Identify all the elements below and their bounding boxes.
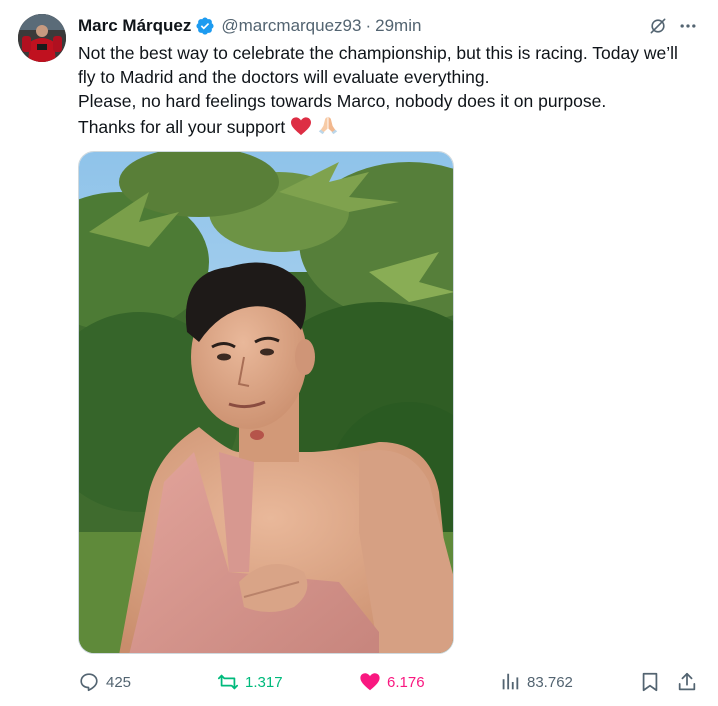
retweet-button[interactable]: 1.317 bbox=[217, 668, 283, 696]
reply-count: 425 bbox=[106, 673, 132, 691]
red-heart-emoji bbox=[290, 116, 312, 136]
views-count: 83.762 bbox=[527, 673, 573, 691]
verified-badge-icon[interactable] bbox=[195, 16, 215, 36]
tweet-text-thanks: Thanks for all your support bbox=[78, 116, 286, 137]
avatar-image bbox=[18, 14, 66, 62]
retweet-count: 1.317 bbox=[245, 673, 283, 691]
selfie-photo-image bbox=[79, 152, 453, 653]
avatar[interactable] bbox=[18, 14, 66, 62]
tweet-text-line: Not the best way to celebrate the champi… bbox=[78, 43, 678, 88]
views-button[interactable]: 83.762 bbox=[499, 668, 573, 696]
tweet-photo[interactable] bbox=[78, 151, 454, 654]
more-icon[interactable] bbox=[676, 14, 700, 38]
separator-dot: · bbox=[365, 16, 372, 35]
reply-button[interactable]: 425 bbox=[78, 668, 131, 696]
tweet-text: Not the best way to celebrate the champi… bbox=[78, 41, 698, 139]
bookmark-button[interactable] bbox=[639, 668, 667, 696]
folded-hands-emoji bbox=[317, 114, 339, 134]
tweet-header: Marc Márquez @marcmarquez93 · 29min bbox=[78, 14, 421, 38]
tweet-text-line: Thanks for all your support bbox=[78, 114, 698, 139]
reply-icon bbox=[80, 673, 98, 692]
like-button[interactable]: 6.176 bbox=[359, 668, 425, 696]
tweet-card[interactable]: Marc Márquez @marcmarquez93 · 29min Not … bbox=[0, 0, 718, 706]
author-handle[interactable]: @marcmarquez93 bbox=[221, 16, 361, 36]
share-button[interactable] bbox=[676, 668, 704, 696]
share-icon bbox=[678, 672, 696, 691]
tweet-actions: 425 1.317 6.176 83.762 bbox=[78, 668, 704, 696]
retweet-icon bbox=[217, 674, 239, 690]
timestamp[interactable]: 29min bbox=[375, 16, 421, 36]
views-icon bbox=[502, 673, 519, 690]
like-icon bbox=[360, 673, 380, 691]
grok-icon[interactable] bbox=[646, 14, 670, 38]
like-count: 6.176 bbox=[387, 673, 425, 691]
author-name[interactable]: Marc Márquez bbox=[78, 16, 191, 36]
bookmark-icon bbox=[642, 672, 658, 692]
tweet-text-line: Please, no hard feelings towards Marco, … bbox=[78, 91, 607, 112]
